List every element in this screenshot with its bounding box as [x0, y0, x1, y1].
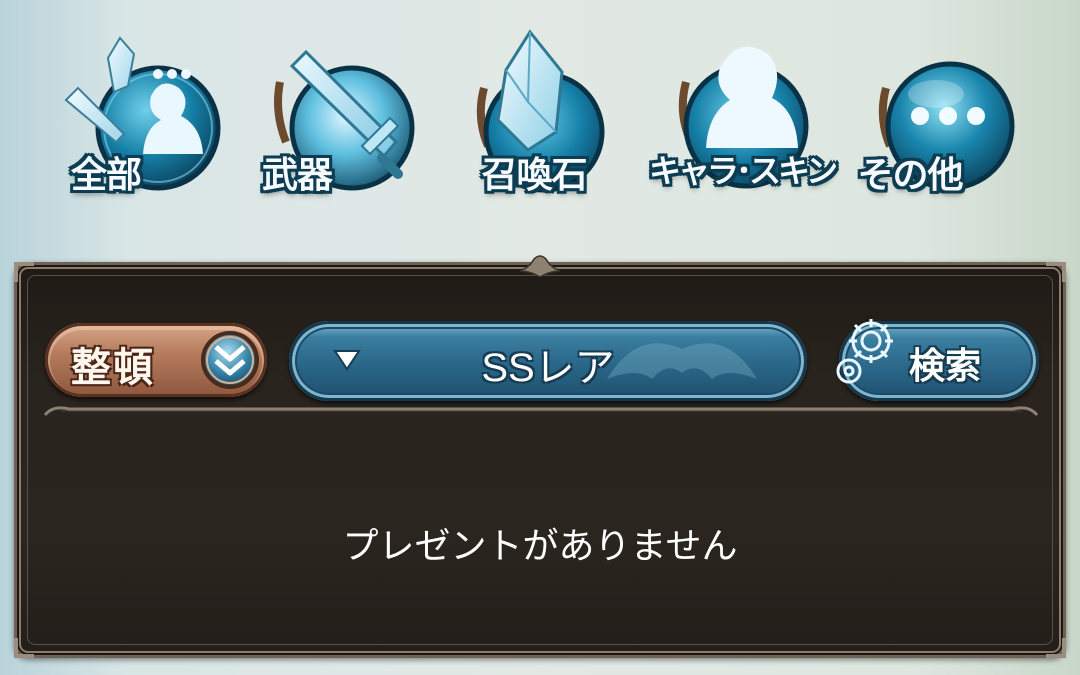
gear-icon	[836, 319, 893, 384]
tab-summon[interactable]: 召喚石	[444, 28, 634, 208]
empty-presents-message: プレゼントがありません	[342, 526, 738, 567]
category-tabs: 全部 武器 召喚石 キャラ･スキン その他	[0, 0, 1080, 240]
search-button[interactable]: 検索	[836, 319, 1039, 401]
sort-button-label: 整頓	[71, 345, 155, 391]
tab-all[interactable]: 全部	[46, 28, 236, 208]
search-button-label: 検索	[909, 346, 982, 387]
tab-all-label: 全部	[70, 155, 142, 196]
rarity-filter-dropdown[interactable]: SSレア	[289, 321, 807, 401]
present-panel: 整頓 SSレア 検索 プレゼントがありません	[14, 255, 1066, 658]
double-chevron-down-icon	[201, 331, 259, 389]
panel-ornament-icon	[520, 255, 560, 277]
tab-other-label: その他	[857, 155, 963, 196]
tab-weapon[interactable]: 武器	[252, 28, 442, 208]
tab-summon-label: 召喚石	[481, 155, 587, 196]
corner-ornament-icon	[1046, 638, 1066, 658]
tab-weapon-label: 武器	[261, 155, 333, 196]
corner-ornament-icon	[14, 638, 34, 658]
sort-button[interactable]: 整頓	[45, 323, 267, 397]
divider-line	[43, 406, 1039, 417]
tab-other[interactable]: その他	[850, 28, 1040, 208]
tab-character-skin[interactable]: キャラ･スキン	[646, 28, 838, 208]
tab-character-skin-label: キャラ･スキン	[648, 152, 838, 190]
corner-ornament-icon	[14, 262, 34, 282]
rarity-filter-value: SSレア	[481, 346, 615, 390]
corner-ornament-icon	[1046, 262, 1066, 282]
